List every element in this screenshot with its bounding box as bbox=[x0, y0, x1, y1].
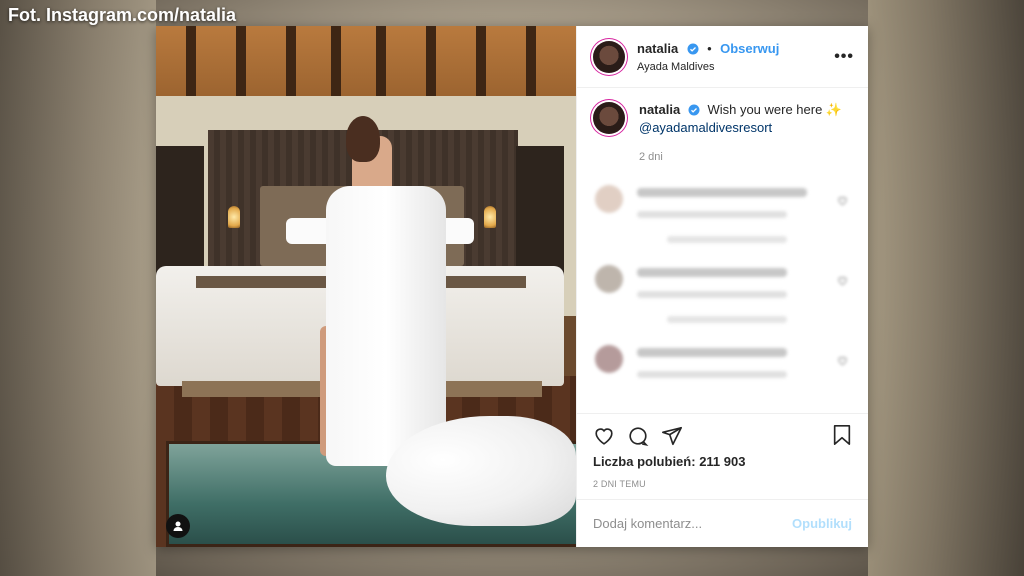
verified-badge-icon bbox=[688, 104, 700, 120]
blurred-comment bbox=[593, 264, 852, 323]
avatar bbox=[595, 184, 623, 213]
like-comment-icon[interactable] bbox=[837, 193, 848, 211]
post-photo[interactable] bbox=[156, 26, 576, 547]
background-left bbox=[0, 0, 156, 576]
comment-icon[interactable] bbox=[627, 425, 649, 447]
avatar bbox=[595, 344, 623, 373]
avatar[interactable] bbox=[593, 40, 625, 73]
follow-button[interactable]: Obserwuj bbox=[720, 41, 779, 56]
caption-text: Wish you were here ✨ bbox=[707, 102, 843, 117]
instagram-post: natalia • Obserwuj Ayada Maldives ••• na… bbox=[156, 26, 868, 547]
like-comment-icon[interactable] bbox=[837, 273, 848, 291]
header-username[interactable]: natalia bbox=[637, 41, 678, 56]
tagged-user-icon[interactable] bbox=[166, 514, 190, 538]
photo-credit: Fot. Instagram.com/natalia bbox=[8, 5, 237, 25]
comments-section: natalia Wish you were here ✨ @ayadamaldi… bbox=[577, 88, 868, 413]
post-side-panel: natalia • Obserwuj Ayada Maldives ••• na… bbox=[576, 26, 868, 547]
publish-comment-button[interactable]: Opublikuj bbox=[792, 516, 852, 531]
send-icon[interactable] bbox=[661, 425, 683, 447]
post-actions: Liczba polubień: 211 903 2 DNI TEMU bbox=[577, 413, 868, 499]
photo-ceiling bbox=[156, 26, 576, 96]
avatar bbox=[595, 264, 623, 293]
caption-mention-link[interactable]: @ayadamaldivesresort bbox=[639, 120, 842, 136]
post-header: natalia • Obserwuj Ayada Maldives ••• bbox=[577, 26, 868, 88]
bookmark-icon[interactable] bbox=[832, 424, 852, 451]
more-options-icon[interactable]: ••• bbox=[834, 48, 854, 66]
post-caption: natalia Wish you were here ✨ @ayadamaldi… bbox=[593, 102, 852, 137]
background-right bbox=[868, 0, 1024, 576]
comment-input[interactable] bbox=[593, 516, 793, 531]
add-comment-form: Opublikuj bbox=[577, 499, 868, 547]
caption-username[interactable]: natalia bbox=[639, 102, 680, 117]
like-comment-icon[interactable] bbox=[837, 353, 848, 371]
caption-avatar[interactable] bbox=[593, 102, 625, 134]
verified-badge-icon bbox=[687, 41, 699, 61]
blurred-comment bbox=[593, 344, 852, 378]
separator-dot: • bbox=[707, 40, 712, 56]
blurred-comment bbox=[593, 184, 852, 243]
location-link[interactable]: Ayada Maldives bbox=[637, 61, 779, 75]
caption-timestamp: 2 dni bbox=[639, 150, 663, 163]
white-sheet bbox=[326, 186, 446, 466]
post-date: 2 DNI TEMU bbox=[593, 479, 646, 489]
heart-icon[interactable] bbox=[593, 425, 615, 447]
